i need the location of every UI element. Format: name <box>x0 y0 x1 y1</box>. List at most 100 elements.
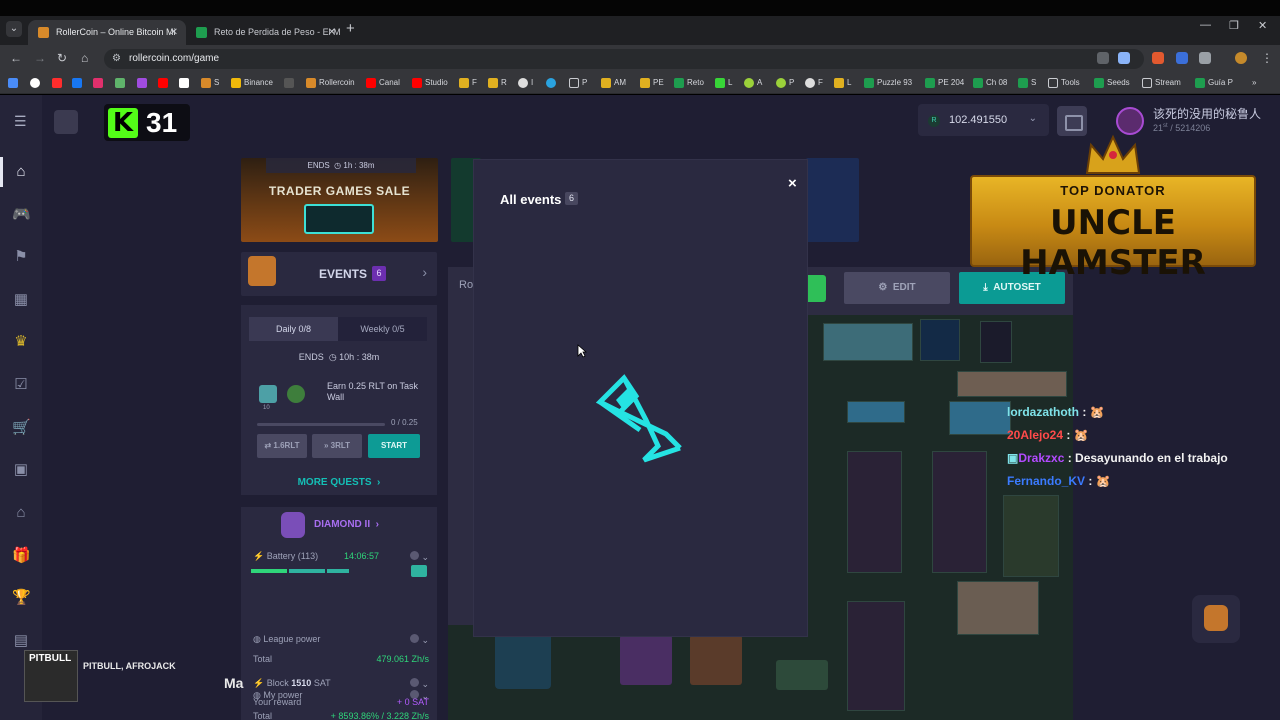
forward-icon[interactable]: → <box>34 51 46 65</box>
nav-extra-icon[interactable]: ▤ <box>12 632 30 650</box>
skip-3rlt-button[interactable]: » 3RLT <box>312 434 362 458</box>
back-icon[interactable]: ← <box>10 51 22 65</box>
username[interactable]: 该死的没用的秘鲁人 <box>1153 105 1261 122</box>
mining-room-scene[interactable] <box>807 315 1073 720</box>
bookmark-item[interactable]: P <box>569 76 587 90</box>
bookmark-icon[interactable] <box>137 78 147 88</box>
bookmark-item[interactable]: P <box>776 76 794 90</box>
site-logo[interactable] <box>54 110 78 134</box>
bookmark-icon[interactable] <box>115 78 125 88</box>
bookmark-item[interactable]: Seeds <box>1094 76 1130 90</box>
nav-quests-icon[interactable]: ⚑ <box>12 248 30 266</box>
info-icon[interactable] <box>409 634 419 643</box>
url-input[interactable]: ⚙ rollercoin.com/game <box>104 49 1144 69</box>
events-card[interactable]: EVENTS 6 › <box>241 252 437 296</box>
bookmark-item[interactable]: Tools <box>1048 76 1080 90</box>
nav-gift-icon[interactable]: 🎁 <box>12 547 31 565</box>
room-tab[interactable]: Ro <box>448 267 474 303</box>
tab-close-icon[interactable]: ✕ <box>328 20 336 45</box>
nav-storage-icon[interactable]: ⌂ <box>12 504 30 522</box>
site-info-icon[interactable]: ⚙ <box>112 53 121 64</box>
bookmark-item[interactable]: I <box>518 76 533 90</box>
home-icon[interactable]: ⌂ <box>81 51 88 65</box>
bookmark-icon[interactable] <box>284 78 294 88</box>
bookmark-item[interactable]: F <box>459 76 477 90</box>
bookmark-x-icon[interactable] <box>179 78 189 88</box>
trader-games-sale-banner[interactable]: ENDS ◷ 1h : 38m TRADER GAMES SALE <box>241 158 438 242</box>
bookmark-item[interactable]: S <box>1018 76 1036 90</box>
bookmark-icon[interactable] <box>8 78 18 88</box>
nav-cart-icon[interactable]: 🛒 <box>12 419 31 437</box>
new-tab-button[interactable]: + <box>346 20 355 37</box>
extensions-puzzle-icon[interactable] <box>1199 52 1211 64</box>
more-bookmarks-button[interactable]: » <box>1252 76 1256 90</box>
bookmark-item[interactable]: Studio <box>412 76 448 90</box>
bookmark-item[interactable]: S <box>201 76 219 90</box>
nav-crown-icon[interactable]: ♛ <box>12 333 30 351</box>
nav-marketplace-icon[interactable]: ▣ <box>12 461 30 479</box>
nav-trophy-icon[interactable]: 🏆 <box>12 589 31 607</box>
info-icon[interactable] <box>409 678 419 687</box>
bookmark-item[interactable]: Binance <box>231 76 273 90</box>
bookmark-item[interactable]: L <box>715 76 732 90</box>
bookmark-item[interactable]: Ch 08 <box>973 76 1007 90</box>
bookmark-item[interactable]: F <box>805 76 823 90</box>
minimize-icon[interactable]: — <box>1200 19 1211 31</box>
maximize-icon[interactable]: ❐ <box>1229 19 1239 32</box>
miner-slot[interactable] <box>776 660 828 690</box>
miner-slot[interactable] <box>495 633 551 689</box>
bookmark-star-icon[interactable] <box>1118 52 1130 64</box>
info-icon[interactable] <box>409 551 419 560</box>
bookmark-icon[interactable] <box>93 78 103 88</box>
telegram-icon[interactable] <box>546 78 556 88</box>
bookmark-item[interactable]: A <box>744 76 762 90</box>
bookmark-item[interactable]: PE 204 <box>925 76 964 90</box>
tab-reto[interactable]: Reto de Perdida de Peso - El M ✕ <box>186 20 344 45</box>
avatar[interactable] <box>1116 107 1144 135</box>
modal-close-button[interactable]: × <box>788 175 797 192</box>
hamster-chat-button[interactable] <box>1192 595 1240 643</box>
chevron-down-icon[interactable]: ⌄ <box>421 635 429 645</box>
bookmark-icon[interactable] <box>30 78 40 88</box>
room-tab-green[interactable] <box>806 275 826 302</box>
reload-icon[interactable]: ↻ <box>57 51 67 65</box>
nav-home-icon[interactable]: ⌂ <box>12 163 30 181</box>
bookmark-item[interactable]: Stream <box>1142 76 1181 90</box>
bookmark-icon[interactable] <box>158 78 168 88</box>
nav-events-icon[interactable]: ▦ <box>12 291 30 309</box>
bookmark-item[interactable]: L <box>834 76 851 90</box>
browser-menu-icon[interactable]: ⋮ <box>1261 51 1273 65</box>
menu-toggle-icon[interactable]: ☰ <box>14 113 27 130</box>
bookmark-item[interactable]: Guía P <box>1195 76 1233 90</box>
tab-daily[interactable]: Daily 0/8 <box>249 317 338 341</box>
skip-1-6rlt-button[interactable]: ⇄ 1.6RLT <box>257 434 307 458</box>
chevron-down-icon[interactable]: ⌄ <box>421 679 429 689</box>
bookmark-item[interactable]: AM <box>601 76 626 90</box>
chevron-down-icon[interactable]: ⌄ <box>421 552 429 562</box>
nav-games-icon[interactable]: 🎮 <box>12 206 31 224</box>
league-name-link[interactable]: DIAMOND II › <box>314 519 379 530</box>
edit-button[interactable]: ⚙ EDIT <box>844 272 950 304</box>
tab-rollercoin[interactable]: RollerCoin – Online Bitcoin Mi ✕ <box>28 20 186 45</box>
start-quest-button[interactable]: START <box>368 434 420 458</box>
bookmark-item[interactable]: R <box>488 76 507 90</box>
bookmark-item[interactable]: PE <box>640 76 664 90</box>
bookmark-item[interactable]: Rollercoin <box>306 76 355 90</box>
tab-search-icon[interactable]: ⌄ <box>6 21 22 37</box>
extension-fox-icon[interactable] <box>1152 52 1164 64</box>
bookmark-item[interactable]: Reto <box>674 76 704 90</box>
bookmark-icon[interactable] <box>72 78 82 88</box>
miner-slot[interactable] <box>690 635 742 685</box>
profile-avatar-icon[interactable] <box>1235 52 1247 64</box>
bookmark-item[interactable]: Puzzle 93 <box>864 76 912 90</box>
extension-blue-icon[interactable] <box>1176 52 1188 64</box>
install-app-icon[interactable] <box>1097 52 1109 64</box>
more-quests-link[interactable]: MORE QUESTS › <box>241 477 437 488</box>
event-banner-3[interactable] <box>806 158 859 242</box>
balance-selector[interactable]: R 102.491550 ⌄ <box>918 104 1049 136</box>
nav-tasks-icon[interactable]: ☑ <box>12 376 30 394</box>
tab-close-icon[interactable]: ✕ <box>170 20 178 45</box>
window-close-icon[interactable]: ✕ <box>1258 19 1267 32</box>
bookmark-item[interactable]: Canal <box>366 76 400 90</box>
miner-slot[interactable] <box>620 635 672 685</box>
